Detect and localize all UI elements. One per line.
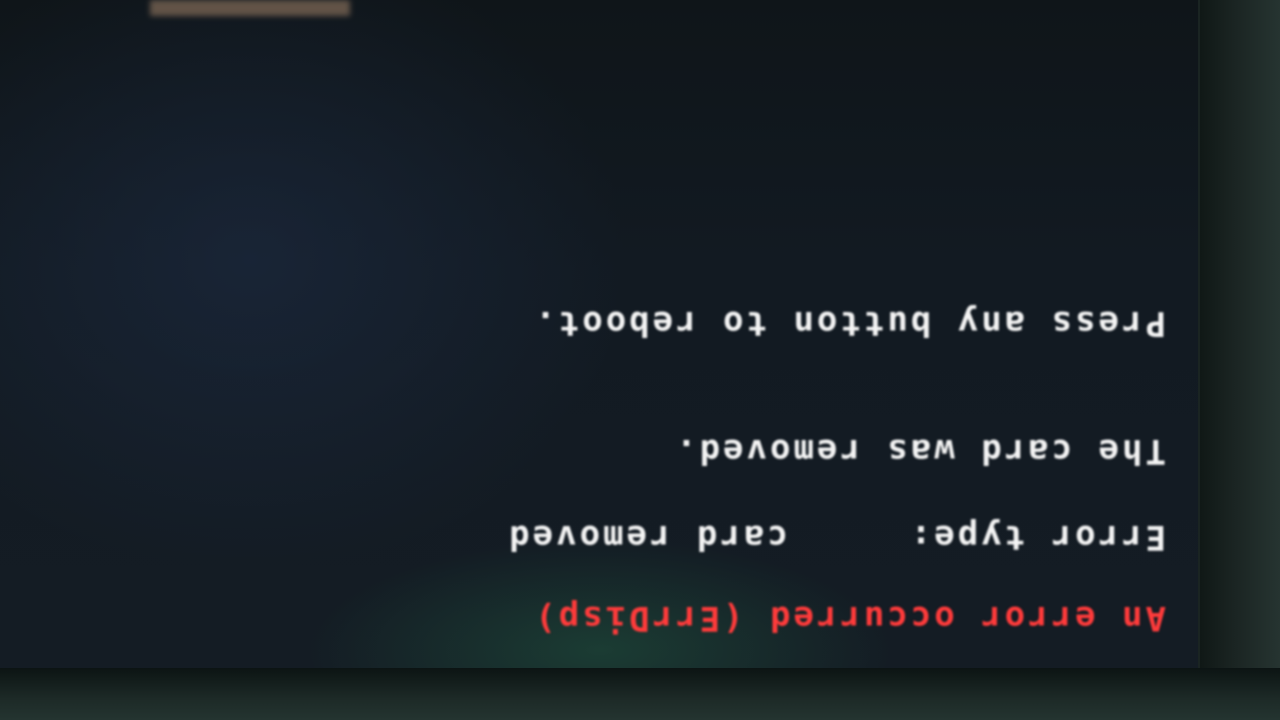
reboot-prompt: Press any button to reboot. <box>532 303 1166 343</box>
error-title: An error occurred (ErrDisp) <box>532 598 1166 638</box>
error-type-label: Error type: <box>907 517 1166 557</box>
display-screen: An error occurred (ErrDisp) Error type: c… <box>0 0 1198 668</box>
device-bezel-bottom <box>0 668 1280 720</box>
error-message: The card was removed. <box>673 431 1166 471</box>
error-type-value: card removed <box>506 517 788 557</box>
device-bezel-right <box>1200 0 1280 720</box>
error-panel: An error occurred (ErrDisp) Error type: c… <box>0 0 1198 668</box>
error-type-row: Error type: card removed <box>506 517 1166 557</box>
light-reflection <box>150 0 350 16</box>
